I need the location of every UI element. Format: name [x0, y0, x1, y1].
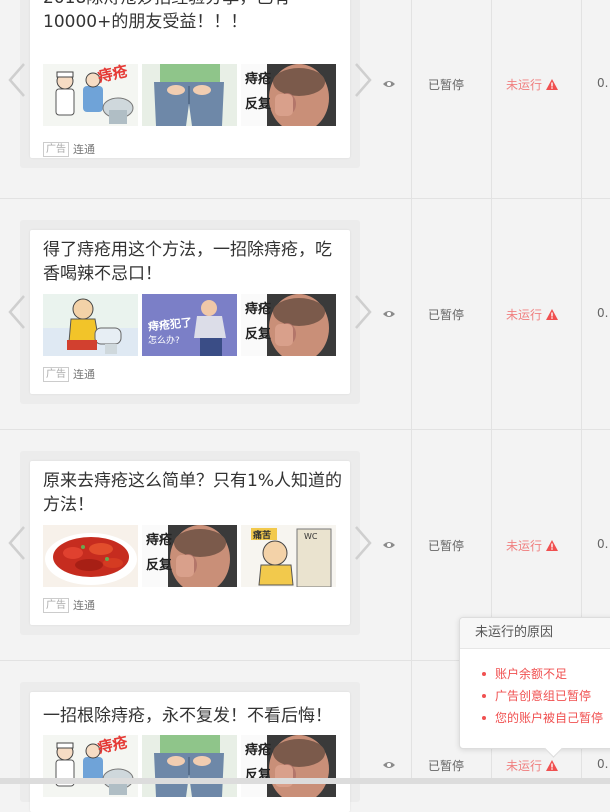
- column-divider: [491, 0, 492, 198]
- column-divider: [411, 430, 412, 660]
- delivery-status: 已暂停: [428, 539, 465, 553]
- horizontal-scrollbar[interactable]: [0, 778, 610, 784]
- ad-thumbnail: [43, 735, 138, 797]
- eye-icon[interactable]: [382, 79, 396, 89]
- ad-meta: 广告 连通: [43, 141, 95, 157]
- ad-title: 2018除痔疮妙招经验分享，已有10000+的朋友受益！！！: [43, 0, 290, 32]
- ad-title: 一招根除痔疮，永不复发！不看后悔！: [43, 706, 332, 726]
- ad-source: 连通: [73, 368, 95, 381]
- ad-thumbnail: [43, 294, 138, 356]
- ad-preview-frame: 原来去痔疮这么简单？只有1%人知道的方法！ 广告 连通: [20, 451, 360, 635]
- ad-thumbnails: [43, 64, 336, 126]
- ad-source: 连通: [73, 599, 95, 612]
- column-divider: [581, 199, 582, 429]
- chevron-left-icon[interactable]: [4, 523, 30, 563]
- delivery-status: 已暂停: [428, 759, 465, 773]
- warning-triangle-icon[interactable]: [546, 760, 559, 771]
- reason-item: 账户余额不足: [482, 663, 610, 685]
- warning-triangle-icon[interactable]: [546, 79, 559, 90]
- eye-icon[interactable]: [382, 309, 396, 319]
- ad-card: 2018除痔疮妙招经验分享，已有10000+的朋友受益！！！ 广告 连通: [30, 0, 350, 158]
- ad-thumbnail: [142, 525, 237, 587]
- run-status[interactable]: 未运行: [506, 306, 559, 323]
- ad-meta: 广告 连通: [43, 597, 95, 613]
- ad-title: 得了痔疮用这个方法，一招除痔疮，吃香喝辣不忌口！: [43, 240, 332, 284]
- column-divider: [491, 199, 492, 429]
- popover-title: 未运行的原因: [460, 618, 610, 649]
- ad-card: 得了痔疮用这个方法，一招除痔疮，吃香喝辣不忌口！ 广告 连通: [30, 230, 350, 394]
- metric-value: 0.: [597, 757, 609, 771]
- chevron-left-icon[interactable]: [4, 292, 30, 332]
- ad-preview-frame: 一招根除痔疮，永不复发！不看后悔！: [20, 682, 360, 812]
- column-divider: [411, 661, 412, 784]
- chevron-right-icon[interactable]: [350, 60, 376, 100]
- ad-thumbnail: [241, 294, 336, 356]
- ad-row: 得了痔疮用这个方法，一招除痔疮，吃香喝辣不忌口！ 广告 连通 已暂停 未运行 0…: [0, 199, 610, 430]
- ad-thumbnail: [241, 64, 336, 126]
- metric-value: 0.: [597, 306, 609, 320]
- reason-item: 您的账户被自己暂停: [482, 707, 610, 729]
- ad-source: 连通: [73, 143, 95, 156]
- ad-thumbnail: [241, 525, 336, 587]
- run-status-label: 未运行: [506, 539, 543, 553]
- chevron-left-icon[interactable]: [4, 60, 30, 100]
- chevron-right-icon[interactable]: [350, 292, 376, 332]
- ad-preview-frame: 2018除痔疮妙招经验分享，已有10000+的朋友受益！！！ 广告 连通: [20, 0, 360, 168]
- metric-value: 0.: [597, 537, 609, 551]
- ad-thumbnail: [241, 735, 336, 797]
- warning-triangle-icon[interactable]: [546, 309, 559, 320]
- run-status[interactable]: 未运行: [506, 537, 559, 554]
- reason-item: 广告创意组已暂停: [482, 685, 610, 707]
- run-status[interactable]: 未运行: [506, 757, 559, 774]
- ad-tag: 广告: [43, 141, 69, 157]
- ad-thumbnail: [142, 735, 237, 797]
- delivery-status: 已暂停: [428, 308, 465, 322]
- run-status-label: 未运行: [506, 759, 543, 773]
- ad-thumbnails: [43, 525, 336, 587]
- reason-list: 账户余额不足 广告创意组已暂停 您的账户被自己暂停: [460, 649, 610, 729]
- eye-icon[interactable]: [382, 760, 396, 770]
- ad-meta: 广告 连通: [43, 366, 95, 382]
- ad-row: 2018除痔疮妙招经验分享，已有10000+的朋友受益！！！ 广告 连通 已暂停…: [0, 0, 610, 199]
- ad-thumbnails: [43, 294, 336, 356]
- ad-thumbnail: [43, 64, 138, 126]
- ad-thumbnails: [43, 735, 336, 797]
- run-status[interactable]: 未运行: [506, 76, 559, 93]
- ad-title: 原来去痔疮这么简单？只有1%人知道的方法！: [43, 471, 342, 515]
- column-divider: [411, 0, 412, 198]
- run-status-label: 未运行: [506, 308, 543, 322]
- ad-thumbnail: [142, 294, 237, 356]
- not-running-reasons-popover: 未运行的原因 账户余额不足 广告创意组已暂停 您的账户被自己暂停: [459, 617, 610, 758]
- ad-thumbnail: [43, 525, 138, 587]
- ad-tag: 广告: [43, 366, 69, 382]
- metric-value: 0.: [597, 76, 609, 90]
- warning-triangle-icon[interactable]: [546, 540, 559, 551]
- ad-card: 原来去痔疮这么简单？只有1%人知道的方法！ 广告 连通: [30, 461, 350, 625]
- run-status-label: 未运行: [506, 78, 543, 92]
- ad-card: 一招根除痔疮，永不复发！不看后悔！: [30, 692, 350, 812]
- chevron-right-icon[interactable]: [350, 523, 376, 563]
- delivery-status: 已暂停: [428, 78, 465, 92]
- ad-thumbnail: [142, 64, 237, 126]
- column-divider: [411, 199, 412, 429]
- eye-icon[interactable]: [382, 540, 396, 550]
- ad-preview-frame: 得了痔疮用这个方法，一招除痔疮，吃香喝辣不忌口！ 广告 连通: [20, 220, 360, 404]
- ad-tag: 广告: [43, 597, 69, 613]
- column-divider: [581, 0, 582, 198]
